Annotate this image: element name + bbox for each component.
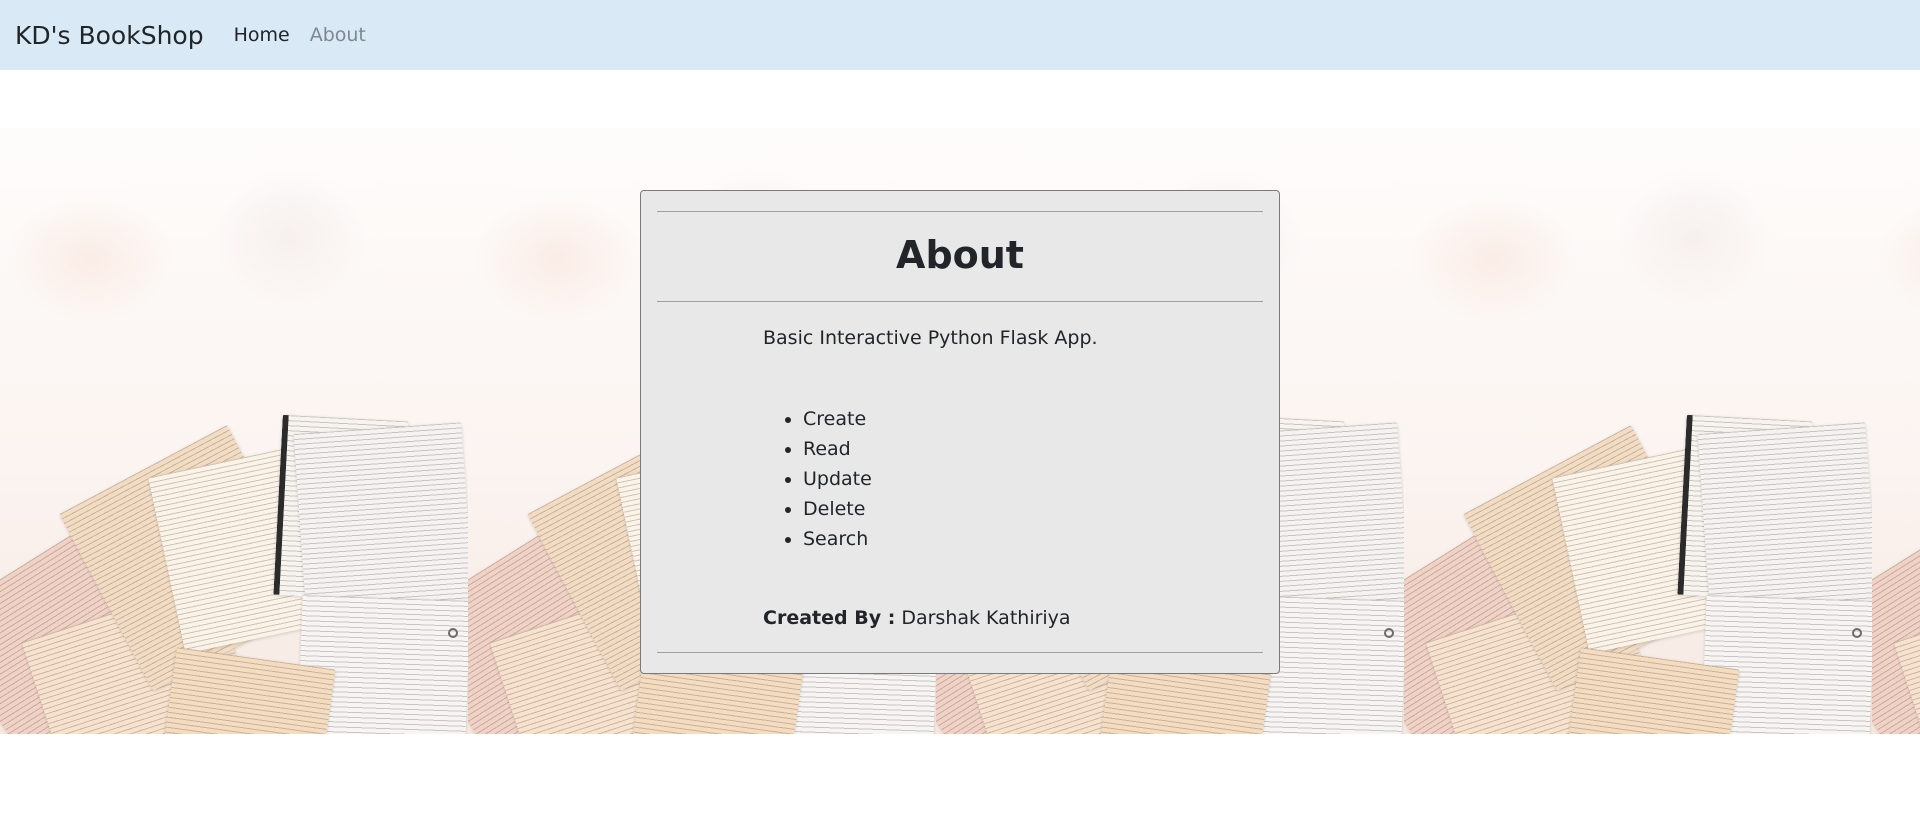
divider [657,301,1263,302]
books-tile [1404,128,1872,734]
feature-item: Delete [803,494,872,524]
app-description: Basic Interactive Python Flask App. [763,327,1098,349]
author-name: Darshak Kathiriya [901,607,1071,629]
created-by: Created By : Darshak Kathiriya [763,607,1071,629]
nav-link-home[interactable]: Home [234,24,290,46]
nav-links: Home About [234,24,366,46]
feature-item: Create [803,404,872,434]
books-tile [0,128,468,734]
feature-item: Read [803,434,872,464]
divider [657,211,1263,212]
about-title: About [896,233,1024,277]
feature-list: Create Read Update Delete Search [763,404,872,554]
feature-item: Update [803,464,872,494]
top-navbar: KD's BookShop Home About [0,0,1920,70]
about-card: About Basic Interactive Python Flask App… [640,190,1280,674]
feature-item: Search [803,524,872,554]
created-by-label: Created By : [763,607,896,629]
brand-link[interactable]: KD's BookShop [15,21,204,50]
divider [657,652,1263,653]
books-tile [1872,128,1920,734]
nav-link-about[interactable]: About [310,24,366,46]
